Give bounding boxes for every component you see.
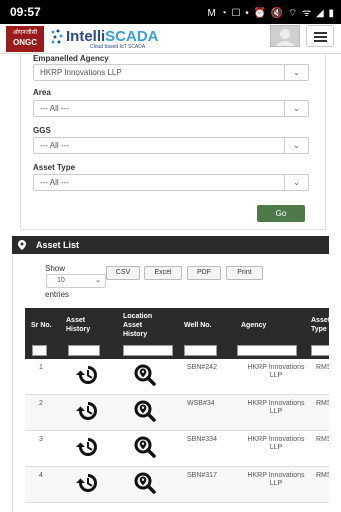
ggs-label: GGS [33,126,51,135]
table-row: 1 SBN#242 HKRP Innovations LLP RMS [25,359,329,395]
cell-well-no: SBN#317 [187,472,217,479]
cell-sr: 4 [39,472,43,479]
status-bar: 09:57 M ◔ ☐ • ⏰ 🔇 ⌔ ᯤ ◢ ▮ [0,0,341,24]
agency-label: Empanelled Agency [33,54,109,63]
location-search-icon[interactable] [133,471,157,495]
cell-sr: 1 [39,364,43,371]
filter-agency-input[interactable] [237,345,297,356]
cell-well-no: SBN#242 [187,364,217,371]
area-select-value: --- All --- [40,104,69,113]
asset-type-label: Asset Type [33,163,76,172]
csv-button[interactable]: CSV [106,266,140,280]
history-icon[interactable] [75,471,99,495]
table-row: 2 WSB#34 HKRP Innovations LLP RMS [25,395,329,431]
chevron-down-icon: ⌄ [284,65,308,80]
asset-table-panel: Show 10 ⌄ entries CSV Excel PDF Print Sr… [12,254,329,512]
ggs-select[interactable]: --- All --- ⌄ [33,137,309,154]
cell-sr: 2 [39,400,43,407]
ongc-logo-hindi: ओएनजीसी [12,30,38,36]
brand-dots-icon [51,29,63,44]
cell-agency: HKRP Innovations LLP [247,436,305,451]
column-asset-type[interactable]: Asset Type [311,308,329,342]
print-button[interactable]: Print [226,266,263,280]
chevron-down-icon: ⌄ [284,175,308,190]
filter-location-input[interactable] [123,345,173,356]
hamburger-icon [314,32,327,34]
filter-well-input[interactable] [184,345,217,356]
page-length-select[interactable]: 10 ⌄ [46,274,106,288]
map-pin-icon [18,240,26,250]
history-icon[interactable] [75,399,99,423]
filter-asset-type-input[interactable] [311,345,329,356]
cell-agency: HKRP Innovations LLP [247,364,305,379]
agency-select[interactable]: HKRP Innovations LLP ⌄ [33,64,309,81]
hamburger-icon-line [314,36,327,38]
area-select[interactable]: --- All --- ⌄ [33,100,309,117]
page-length-value: 10 [57,277,65,284]
column-well-no[interactable]: Well No. [184,308,224,342]
cell-agency: HKRP Innovations LLP [247,400,305,415]
cell-agency: HKRP Innovations LLP [247,472,305,487]
brand-suffix: SCADA [105,28,159,45]
table-row: 3 SBN#334 HKRP Innovations LLP RMS [25,431,329,467]
table-header: Sr No. Asset History Location Asset Hist… [25,308,329,342]
status-icons: M ◔ ☐ • ⏰ 🔇 ⌔ ᯤ ◢ ▮ [207,8,335,19]
cell-well-no: SBN#334 [187,436,217,443]
status-time: 09:57 [10,5,41,19]
cell-sr: 3 [39,436,43,443]
table-row: 4 SBN#317 HKRP Innovations LLP RMS [25,467,329,503]
filter-form: Empanelled Agency HKRP Innovations LLP ⌄… [20,54,326,230]
brand-tagline: Cloud based IoT SCADA [90,44,146,50]
user-avatar-icon[interactable] [270,25,300,47]
cell-asset-type: RMS [316,400,329,407]
column-location-asset-history[interactable]: Location Asset History [123,308,163,342]
brand-prefix: Intelli [66,28,106,45]
history-icon[interactable] [75,435,99,459]
location-search-icon[interactable] [133,363,157,387]
cell-well-no: WSB#34 [187,400,215,407]
column-sr-no[interactable]: Sr No. [31,308,53,342]
brand-name: IntelliSCADA [66,28,159,45]
cell-asset-type: RMS [316,364,329,371]
chevron-down-icon: ⌄ [284,101,308,116]
asset-type-select-value: --- All --- [40,178,69,187]
column-asset-history[interactable]: Asset History [66,308,106,342]
filter-sr-input[interactable] [32,345,47,356]
cell-asset-type: RMS [316,472,329,479]
excel-button[interactable]: Excel [144,266,182,280]
area-label: Area [33,88,51,97]
pdf-button[interactable]: PDF [187,266,221,280]
asset-list-title: Asset List [36,240,80,250]
show-label: Show [45,264,66,273]
chevron-down-icon: ⌄ [95,277,101,284]
history-icon[interactable] [75,363,99,387]
ggs-select-value: --- All --- [40,141,69,150]
cell-asset-type: RMS [316,436,329,443]
asset-list-header: Asset List [12,236,329,254]
intelliscada-logo: IntelliSCADA Cloud based IoT SCADA [50,26,180,52]
agency-select-value: HKRP Innovations LLP [40,68,122,77]
go-button[interactable]: Go [257,205,305,222]
location-search-icon[interactable] [133,399,157,423]
entries-label: entries [45,290,70,299]
column-agency[interactable]: Agency [241,308,301,342]
chevron-down-icon: ⌄ [284,138,308,153]
ongc-logo: ओएनजीसी ONGC [6,26,44,52]
hamburger-menu-button[interactable] [306,25,334,47]
asset-type-select[interactable]: --- All --- ⌄ [33,174,309,191]
column-filter-row [25,342,329,359]
ongc-logo-text: ONGC [13,38,37,47]
hamburger-icon-line [314,40,327,42]
filter-asset-history-input[interactable] [68,345,100,356]
location-search-icon[interactable] [133,435,157,459]
